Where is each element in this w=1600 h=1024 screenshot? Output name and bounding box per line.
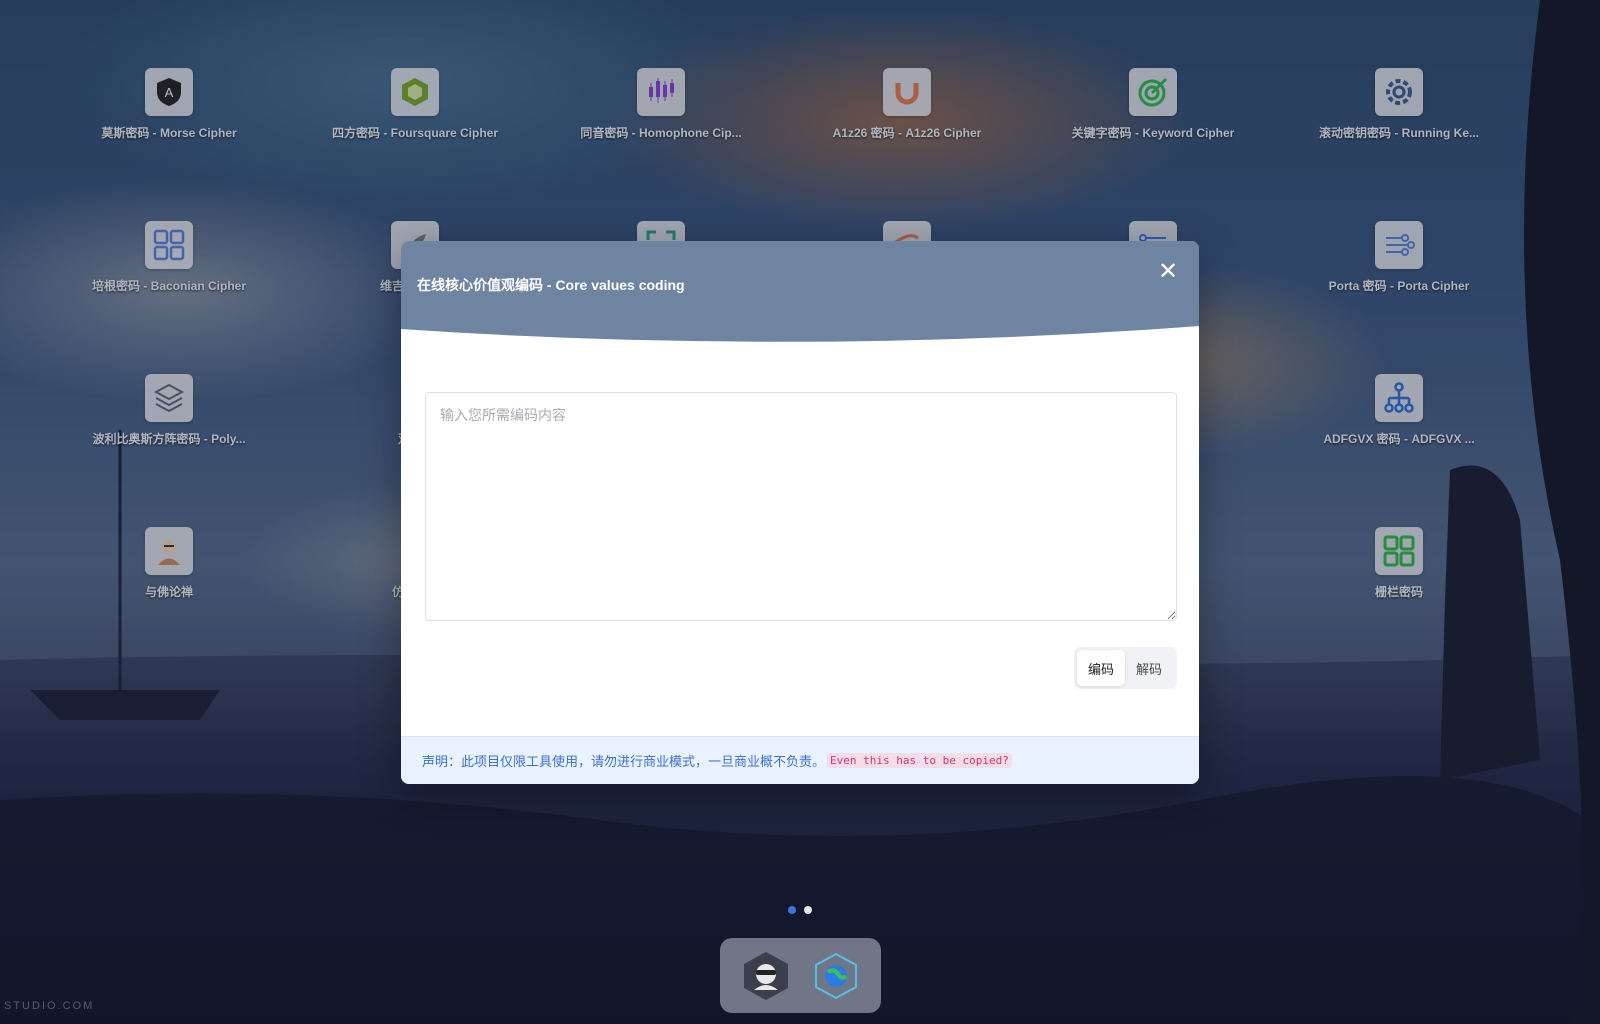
mode-toggle: 编码 解码 [1074, 647, 1177, 689]
dialog-title: 在线核心价值观编码 - Core values coding [417, 277, 685, 293]
close-icon[interactable]: ✕ [1157, 260, 1179, 284]
encode-input[interactable] [425, 392, 1177, 621]
header-wave [401, 241, 1199, 342]
page-dot-2[interactable] [804, 906, 812, 914]
globe-cube-icon[interactable] [810, 950, 862, 1002]
dock [720, 938, 881, 1013]
decode-button[interactable]: 解码 [1125, 650, 1173, 686]
page-indicator [788, 906, 812, 914]
hacker-avatar-icon[interactable] [740, 950, 792, 1002]
disclaimer-code: Even this has to be copied? [827, 753, 1012, 768]
core-values-dialog: 在线核心价值观编码 - Core values coding ✕ 编码 解码 声… [401, 241, 1199, 784]
dialog-header: 在线核心价值观编码 - Core values coding ✕ [401, 241, 1199, 351]
watermark-text: STUDIO.COM [4, 1000, 95, 1012]
disclaimer-text: 声明：此项目仅限工具使用，请勿进行商业模式，一旦商业概不负责。 [422, 754, 826, 769]
encode-button[interactable]: 编码 [1077, 650, 1125, 686]
page-dot-1[interactable] [788, 906, 796, 914]
disclaimer-bar: 声明：此项目仅限工具使用，请勿进行商业模式，一旦商业概不负责。 Even thi… [401, 736, 1199, 784]
